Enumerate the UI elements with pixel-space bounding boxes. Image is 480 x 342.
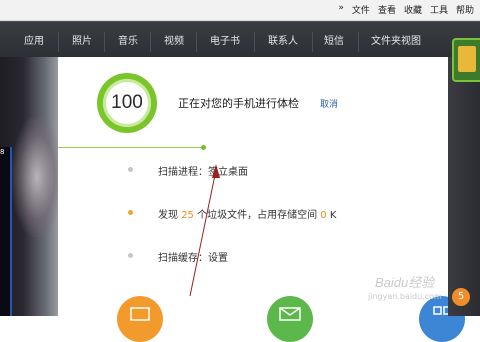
tab-divider bbox=[254, 32, 255, 52]
junk-prefix: 发现 bbox=[158, 210, 178, 221]
menu-favorites[interactable]: 收藏 bbox=[404, 3, 422, 16]
status-dot-gray bbox=[128, 167, 133, 172]
health-score-ring: 100 bbox=[97, 73, 157, 133]
tab-bar: 应用 照片 音乐 视频 电子书 联系人 短信 文件夹视图 bbox=[0, 21, 480, 58]
tab-divider bbox=[58, 32, 59, 52]
menu-help[interactable]: 帮助 bbox=[456, 3, 474, 16]
junk-mid: 个垃圾文件，占用存储空间 bbox=[197, 210, 318, 221]
tab-divider bbox=[150, 32, 151, 52]
checkup-title: 正在对您的手机进行体检 bbox=[178, 97, 299, 110]
phone-preview-panel: 8 bbox=[0, 57, 58, 316]
menu-view[interactable]: 查看 bbox=[378, 3, 396, 16]
watermark-url: jingyan.baidu.com bbox=[368, 292, 442, 301]
cancel-link[interactable]: 取消 bbox=[320, 97, 338, 110]
phone-label: 8 bbox=[0, 148, 5, 156]
junk-size: 0 bbox=[320, 210, 327, 221]
junk-count: 25 bbox=[181, 210, 194, 221]
tab-divider bbox=[312, 32, 313, 52]
junk-files-item: 发现 25 个垃圾文件，占用存储空间 0 K bbox=[158, 206, 336, 221]
status-dot-orange bbox=[128, 210, 133, 215]
right-panel-strip bbox=[448, 57, 480, 316]
scan-cache-item: 扫描缓存：设置 bbox=[158, 253, 228, 264]
tab-divider bbox=[358, 32, 359, 52]
envelope-icon bbox=[279, 307, 301, 321]
menu-file[interactable]: 文件 bbox=[352, 3, 370, 16]
scan-process-item: 扫描进程：签立桌面 bbox=[158, 167, 248, 178]
tab-contacts[interactable]: 联系人 bbox=[260, 22, 306, 58]
notification-badge[interactable]: 5 bbox=[452, 288, 470, 306]
scan-progress-line bbox=[58, 147, 204, 148]
tab-divider bbox=[104, 32, 105, 52]
tab-divider bbox=[196, 32, 197, 52]
tab-sms[interactable]: 短信 bbox=[316, 22, 352, 58]
watermark: Baidu经验 bbox=[375, 275, 435, 290]
tab-apps[interactable]: 应用 bbox=[14, 22, 54, 58]
clean-tool-button[interactable] bbox=[117, 296, 163, 342]
tab-folder-view[interactable]: 文件夹视图 bbox=[364, 22, 428, 58]
more-menu-button[interactable]: » bbox=[338, 3, 344, 16]
message-tool-button[interactable] bbox=[267, 296, 313, 342]
top-menu-bar: » 文件 查看 收藏 工具 帮助 bbox=[0, 0, 480, 21]
phone-assistant-icon-inner bbox=[458, 46, 476, 72]
scan-progress-dot bbox=[201, 145, 206, 150]
tab-photos[interactable]: 照片 bbox=[64, 22, 100, 58]
tab-music[interactable]: 音乐 bbox=[110, 22, 146, 58]
status-dot-gray bbox=[128, 253, 133, 258]
health-score-inner: 100 bbox=[103, 79, 151, 127]
menu-items: » 文件 查看 收藏 工具 帮助 bbox=[338, 3, 474, 16]
phone-assistant-icon[interactable] bbox=[452, 38, 480, 82]
folder-icon bbox=[130, 307, 150, 321]
junk-unit: K bbox=[329, 210, 337, 221]
tab-ebooks[interactable]: 电子书 bbox=[202, 22, 248, 58]
tab-video[interactable]: 视频 bbox=[156, 22, 192, 58]
menu-tools[interactable]: 工具 bbox=[430, 3, 448, 16]
phone-screen bbox=[0, 147, 12, 316]
phone-preview-blur bbox=[12, 117, 58, 237]
health-score-value: 100 bbox=[111, 92, 143, 113]
